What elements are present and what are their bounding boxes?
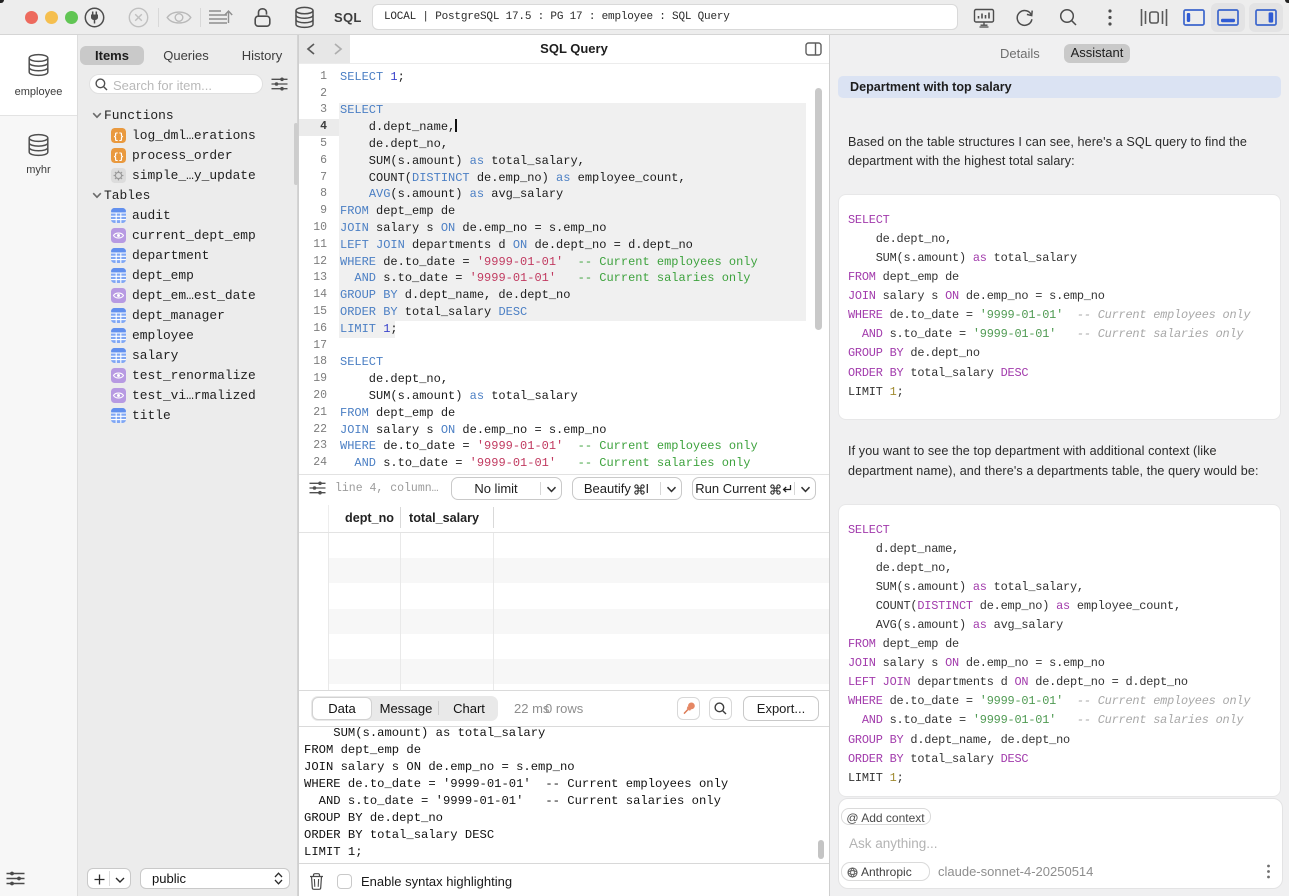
- svg-text:{}: {}: [113, 132, 124, 142]
- svg-text:{}: {}: [113, 152, 124, 162]
